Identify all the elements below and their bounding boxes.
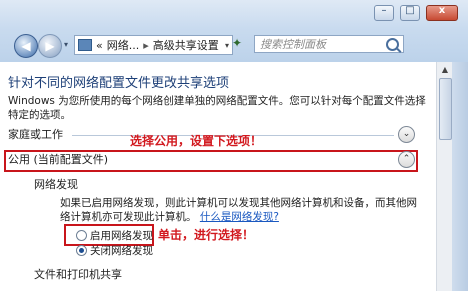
annotation-select-public: 选择公用，设置下选项！ (130, 134, 263, 148)
window-chrome: – □ x ◀ ▶ ▾ « 网络... ▸ 高级共享设置 ▾ ✦ 搜索控制面板 (0, 0, 468, 62)
group-public[interactable]: 公用 (当前配置文件) ⌃ (8, 151, 415, 169)
close-icon: x (438, 5, 446, 16)
back-button[interactable]: ◀ (14, 34, 38, 58)
scrollbar-thumb[interactable] (439, 78, 452, 140)
window-right-border (452, 62, 468, 291)
radio-enable-discovery[interactable] (76, 230, 87, 241)
page-title: 针对不同的网络配置文件更改共享选项 (8, 76, 230, 91)
refresh-button[interactable]: ✦ (232, 36, 242, 50)
option-enable-label[interactable]: 启用网络发现 (90, 228, 153, 243)
control-panel-icon (78, 39, 92, 51)
chevron-down-icon: ▾ (64, 40, 69, 49)
what-is-network-discovery-link[interactable]: 什么是网络发现? (200, 211, 279, 223)
radio-disable-discovery[interactable] (76, 245, 87, 256)
minimize-icon: – (381, 5, 387, 16)
group-home-work-label: 家庭或工作 (8, 128, 63, 141)
annotation-click-apply: 单击，进行选择！ (158, 228, 255, 242)
option-disable-discovery[interactable]: 关闭网络发现 (76, 243, 153, 258)
minimize-button[interactable]: – (374, 5, 394, 21)
search-input[interactable]: 搜索控制面板 (254, 35, 404, 53)
main-content: 针对不同的网络配置文件更改共享选项 Windows 为您所使用的每个网络创建单独… (0, 62, 436, 291)
scroll-up-icon[interactable]: ▲ (437, 62, 453, 77)
refresh-icon: ✦ (232, 36, 243, 50)
breadcrumb-advanced-sharing[interactable]: 高级共享设置 (153, 37, 219, 53)
breadcrumb-network[interactable]: 网络... (107, 37, 140, 53)
address-bar[interactable]: « 网络... ▸ 高级共享设置 ▾ (74, 35, 233, 55)
window-controls: – □ x (374, 5, 458, 21)
search-placeholder: 搜索控制面板 (260, 38, 326, 51)
group-public-label: 公用 (当前配置文件) (8, 153, 109, 166)
vertical-scrollbar[interactable]: ▲ (436, 62, 453, 291)
address-dropdown-icon[interactable]: ▾ (225, 41, 229, 50)
option-disable-label[interactable]: 关闭网络发现 (90, 243, 153, 258)
back-arrow-icon: ◀ (21, 39, 31, 53)
breadcrumb-separator-icon[interactable]: ▸ (143, 39, 149, 52)
page-description: Windows 为您所使用的每个网络创建单独的网络配置文件。您可以针对每个配置文… (8, 95, 426, 121)
recent-pages-dropdown[interactable]: ▾ (64, 40, 68, 49)
maximize-icon: □ (405, 5, 415, 16)
collapse-chevron-icon[interactable]: ⌃ (398, 151, 415, 168)
network-discovery-text: 如果已启用网络发现，则此计算机可以发现其他网络计算机和设备，而其他网络计算机亦可… (60, 196, 420, 224)
network-discovery-heading: 网络发现 (34, 178, 78, 191)
maximize-button[interactable]: □ (400, 5, 420, 21)
option-enable-discovery[interactable]: 启用网络发现 (76, 228, 153, 243)
address-overflow[interactable]: « (96, 39, 103, 52)
forward-button[interactable]: ▶ (38, 34, 62, 58)
close-button[interactable]: x (426, 5, 458, 21)
search-icon[interactable] (386, 38, 399, 51)
forward-arrow-icon: ▶ (45, 39, 55, 53)
file-printer-sharing-heading: 文件和打印机共享 (34, 268, 122, 281)
expand-chevron-icon[interactable]: ⌄ (398, 126, 415, 143)
